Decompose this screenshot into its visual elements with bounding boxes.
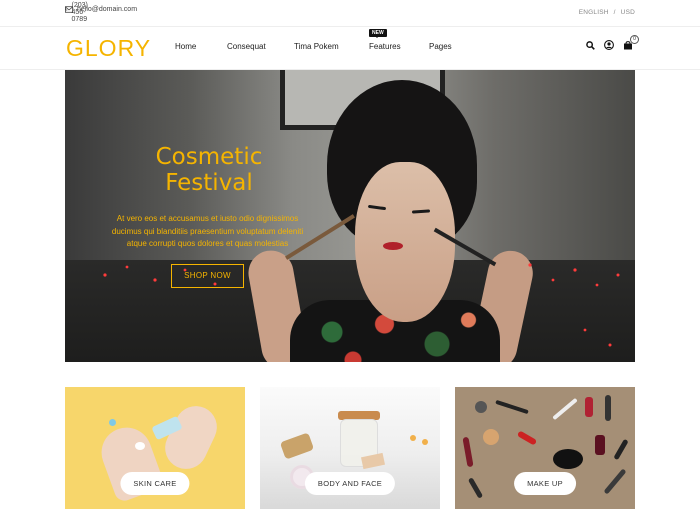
nav-item-tima-pokem[interactable]: Tima Pokem [294, 42, 369, 51]
main-nav: Home Consequat Tima Pokem NEW Features P… [175, 29, 452, 51]
photo-mascara [605, 395, 611, 421]
photo-hand [158, 399, 224, 476]
photo-candle-light [422, 439, 428, 445]
hero-description: At vero eos et accusamus et iusto odio d… [111, 214, 304, 248]
locale-switcher: ENGLISH / USD [579, 9, 635, 16]
photo-candle-light [410, 435, 416, 441]
photo-cream [135, 442, 145, 450]
cart-button[interactable]: 0 [623, 35, 639, 50]
photo-pencil [552, 397, 578, 421]
photo-lipstick [462, 436, 474, 468]
photo-lipstick [516, 430, 538, 446]
locale-separator: / [613, 9, 616, 16]
photo-lipstick [595, 435, 605, 455]
photo-powder [483, 429, 499, 445]
user-icon [604, 40, 614, 50]
site-header: GLORY Home Consequat Tima Pokem NEW Feat… [0, 27, 700, 70]
category-label-skin-care[interactable]: SKIN CARE [120, 472, 190, 495]
language-selector[interactable]: ENGLISH [579, 9, 609, 16]
email-address: hello@domain.com [77, 5, 138, 13]
category-card-skin-care[interactable]: SKIN CARE [65, 387, 245, 509]
cart-count-badge: 0 [630, 35, 639, 44]
category-card-make-up[interactable]: MAKE UP [455, 387, 635, 509]
nav-item-home[interactable]: Home [175, 42, 227, 51]
hero-title: Cosmetic Festival [155, 144, 263, 196]
category-label-make-up[interactable]: MAKE UP [514, 472, 576, 495]
nav-item-pages[interactable]: Pages [429, 42, 452, 51]
nav-item-features[interactable]: NEW Features [369, 29, 429, 51]
photo-brush [613, 438, 629, 461]
currency-selector[interactable]: USD [621, 9, 635, 16]
header-actions: 0 [577, 35, 639, 50]
site-logo[interactable]: GLORY [66, 35, 151, 62]
top-bar: +1 (203) 456-0789 hello@domain.com ENGLI… [0, 0, 700, 27]
photo-lipstick [585, 397, 593, 417]
search-icon [586, 40, 595, 50]
nav-item-consequat[interactable]: Consequat [227, 42, 294, 51]
nav-item-features-label: Features [369, 42, 401, 51]
photo-body-brush [279, 432, 315, 460]
photo-brush [603, 468, 627, 495]
email-link[interactable]: hello@domain.com [65, 6, 137, 13]
photo-pencil [495, 399, 529, 415]
hero-banner: Cosmetic Festival At vero eos et accusam… [65, 70, 635, 362]
new-badge: NEW [369, 29, 387, 38]
photo-compact [475, 401, 487, 413]
shop-now-button[interactable]: SHOP NOW [171, 264, 244, 288]
category-card-body-and-face[interactable]: BODY AND FACE [260, 387, 440, 509]
mail-icon [65, 5, 73, 13]
photo-detail [109, 419, 116, 426]
category-label-body-and-face[interactable]: BODY AND FACE [304, 472, 396, 495]
account-button[interactable] [604, 40, 614, 50]
photo-compact [553, 449, 583, 469]
search-button[interactable] [586, 40, 595, 50]
photo-brush [467, 477, 484, 499]
